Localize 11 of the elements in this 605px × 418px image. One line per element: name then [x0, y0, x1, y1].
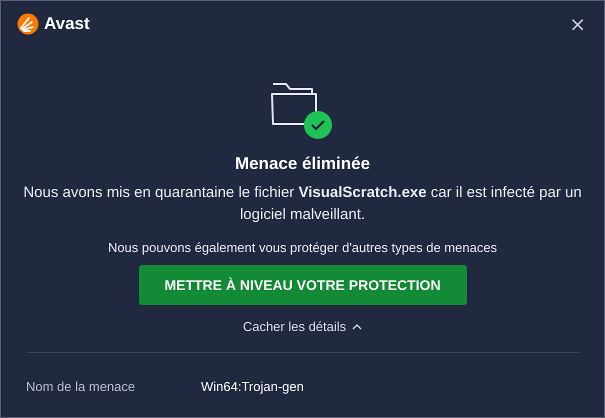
close-button[interactable]: × — [565, 12, 590, 36]
brand-name: Avast — [44, 14, 90, 34]
details-toggle[interactable]: Cacher les détails — [238, 315, 366, 338]
status-title: Menace éliminée — [234, 154, 370, 174]
status-message: Nous avons mis en quarantaine le fichier VisualScratch.exe car il est infecté par un logiciel malveillant. — [22, 183, 582, 225]
logo-icon — [17, 13, 39, 35]
detail-label: Nom de la menace — [26, 379, 136, 394]
detail-value: Win64:Trojan-gen — [201, 379, 304, 394]
chevron-icon — [352, 324, 362, 330]
upgrade-button[interactable]: METTRE À NIVEAU VOTRE PROTECTION — [138, 265, 466, 305]
upsell-text: Nous pouvons également vous protéger d'autres types de menaces — [108, 240, 498, 255]
